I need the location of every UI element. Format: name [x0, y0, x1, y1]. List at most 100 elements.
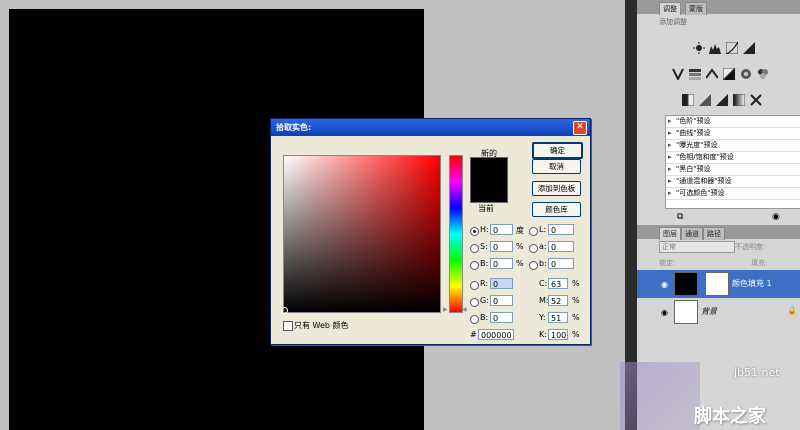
lock-label: 锁定:	[659, 259, 676, 267]
layer-mask-thumbnail	[705, 272, 729, 296]
exposure-icon[interactable]	[743, 42, 755, 54]
blue-input[interactable]: 0	[490, 312, 513, 323]
yellow-input[interactable]: 51	[548, 312, 568, 323]
blue-label: B:	[480, 313, 489, 322]
green-radio[interactable]	[470, 298, 479, 307]
gradient-map-icon[interactable]	[732, 93, 746, 107]
layer-row[interactable]: ◉ 颜色填充 1	[637, 270, 800, 298]
hex-label: #	[470, 330, 477, 339]
tab-channels[interactable]: 通道	[681, 227, 703, 240]
lightness-input[interactable]: 0	[548, 224, 574, 235]
a-channel-input[interactable]: 0	[548, 241, 574, 252]
layer-name: 背景	[701, 307, 717, 316]
web-colors-checkbox[interactable]	[283, 321, 293, 331]
layers-tabbar: 图层 通道 路径	[637, 225, 800, 240]
slider-arrow-right-icon[interactable]: ◀	[462, 306, 467, 313]
color-balance-icon[interactable]	[705, 68, 719, 80]
black-white-icon[interactable]	[722, 67, 737, 82]
preset-item[interactable]: "色相/饱和度"预设	[666, 152, 800, 164]
current-color-label: 当前	[478, 204, 494, 213]
preset-item[interactable]: "曝光度"预设	[666, 140, 800, 152]
green-input[interactable]: 0	[490, 295, 513, 306]
invert-icon[interactable]	[682, 93, 695, 107]
blue-radio[interactable]	[470, 315, 479, 324]
black-label: K:	[539, 330, 547, 339]
saturation-radio[interactable]	[470, 244, 479, 253]
hue-saturation-icon[interactable]	[689, 68, 701, 80]
vibrance-icon[interactable]	[672, 68, 684, 82]
eye-icon[interactable]: ◉	[661, 280, 668, 289]
cancel-button[interactable]: 取消	[532, 159, 581, 174]
web-colors-label: 只有 Web 颜色	[294, 321, 349, 330]
hue-radio[interactable]	[470, 227, 479, 236]
saturation-label: S:	[480, 242, 488, 251]
dialog-title: 拾取实色:	[276, 123, 312, 132]
current-color-swatch[interactable]	[470, 180, 508, 203]
lock-icon: 🔒	[787, 306, 797, 315]
brightness-icon[interactable]	[693, 42, 705, 54]
lightness-radio[interactable]	[529, 227, 538, 236]
red-input[interactable]: 0	[490, 278, 513, 289]
a-channel-radio[interactable]	[529, 244, 538, 253]
dialog-titlebar[interactable]: 拾取实色: ✕	[271, 119, 590, 136]
red-radio[interactable]	[470, 281, 479, 290]
tab-masks[interactable]: 蒙版	[685, 2, 707, 15]
preset-item[interactable]: "可选颜色"预设	[666, 188, 800, 200]
black-unit: %	[572, 330, 580, 339]
preset-item[interactable]: "通道混和器"预设	[666, 176, 800, 188]
lightness-label: L:	[539, 225, 547, 234]
layer-thumbnail	[674, 300, 698, 324]
close-icon[interactable]: ✕	[573, 121, 587, 135]
tab-paths[interactable]: 路径	[703, 227, 725, 240]
adjustments-title: 添加调整	[659, 18, 687, 26]
brightness-radio[interactable]	[470, 261, 479, 270]
cyan-label: C:	[539, 279, 548, 288]
preset-list: "色阶"预设 "曲线"预设 "曝光度"预设 "色相/饱和度"预设 "黑白"预设 …	[665, 115, 800, 209]
eye-icon[interactable]: ◉	[661, 308, 668, 317]
cyan-unit: %	[572, 279, 580, 288]
hue-input[interactable]: 0	[490, 224, 513, 235]
b-channel-input[interactable]: 0	[548, 258, 574, 269]
hue-unit: 度	[516, 226, 524, 235]
brightness-unit: %	[516, 259, 524, 268]
curves-icon[interactable]	[725, 41, 739, 55]
color-libraries-button[interactable]: 颜色库	[532, 202, 581, 217]
yellow-label: Y:	[539, 313, 546, 322]
b-channel-radio[interactable]	[529, 261, 538, 270]
blend-mode-select[interactable]: 正常	[659, 241, 735, 253]
new-color-swatch	[470, 157, 508, 181]
layer-row[interactable]: ◉ 背景 🔒	[637, 298, 800, 326]
selective-color-icon[interactable]	[750, 94, 762, 106]
layers-icon[interactable]: ◉	[772, 212, 780, 222]
add-to-swatches-button[interactable]: 添加到色板	[532, 181, 581, 196]
fill-label: 填充:	[751, 259, 768, 267]
black-input[interactable]: 100	[548, 329, 568, 340]
cyan-input[interactable]: 63	[548, 278, 568, 289]
color-field-cursor[interactable]	[281, 307, 288, 314]
tab-layers[interactable]: 图层	[659, 227, 681, 240]
watermark-logo	[620, 362, 700, 430]
photo-filter-icon[interactable]	[740, 68, 752, 80]
ok-button[interactable]: 确定	[532, 142, 583, 159]
preset-item[interactable]: "色阶"预设	[666, 116, 800, 128]
preset-item[interactable]: "黑白"预设	[666, 164, 800, 176]
hue-label: H:	[480, 225, 489, 234]
tab-adjustments[interactable]: 调整	[659, 2, 681, 15]
channel-mixer-icon[interactable]	[757, 68, 769, 80]
hex-input[interactable]: 000000	[478, 329, 514, 340]
magenta-input[interactable]: 52	[548, 295, 568, 306]
hue-slider[interactable]	[449, 155, 463, 313]
color-picker-dialog: 拾取实色: ✕ ▶ ◀ 新的 当前 确定 取消 添加到色板 颜色库 H: 0 度…	[270, 118, 591, 345]
levels-icon[interactable]	[709, 42, 721, 54]
posterize-icon[interactable]	[699, 94, 711, 106]
color-field[interactable]	[283, 155, 441, 313]
layer-thumbnail	[674, 272, 698, 296]
saturation-unit: %	[516, 242, 524, 251]
layer-icon[interactable]: ⧉	[677, 212, 683, 222]
threshold-icon[interactable]	[716, 94, 728, 106]
brightness-label: B:	[480, 259, 489, 268]
slider-arrow-left-icon[interactable]: ▶	[443, 306, 448, 313]
saturation-input[interactable]: 0	[490, 241, 513, 252]
brightness-input[interactable]: 0	[490, 258, 513, 269]
preset-item[interactable]: "曲线"预设	[666, 128, 800, 140]
